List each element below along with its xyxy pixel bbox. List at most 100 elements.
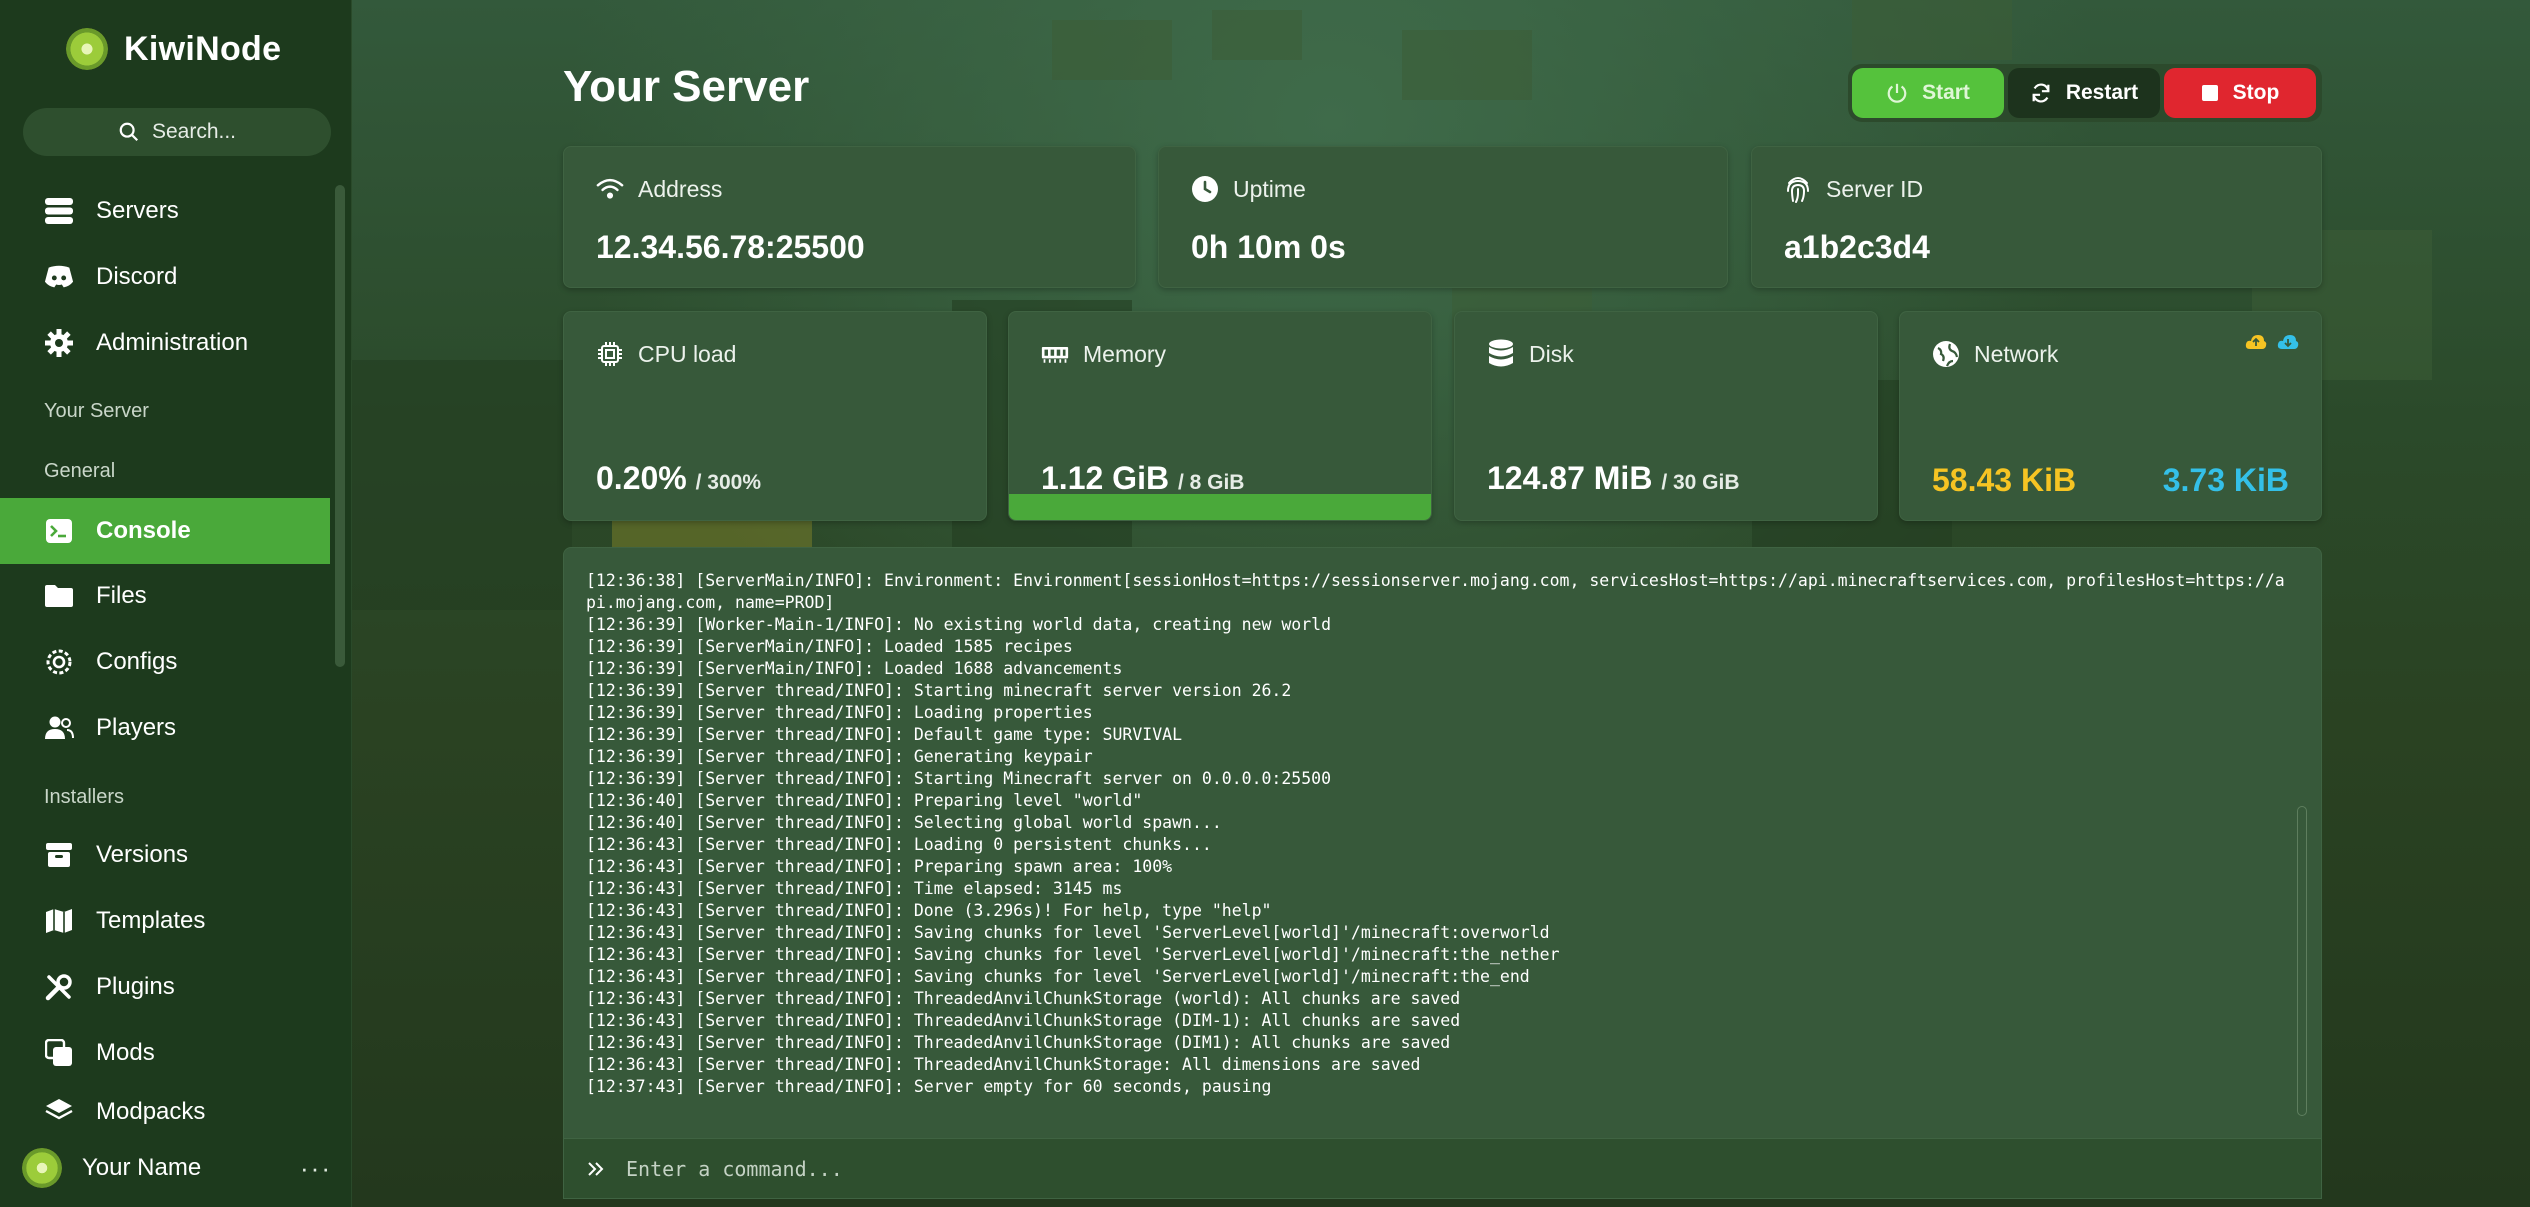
disk-value: 124.87 MiB <box>1487 460 1653 496</box>
sidebar-item-label: Administration <box>96 329 249 356</box>
stop-button[interactable]: Stop <box>2164 68 2316 118</box>
disk-card: Disk 124.87 MiB / 30 GiB <box>1454 311 1878 521</box>
sidebar-scrollbar[interactable] <box>335 185 345 667</box>
console-line: [12:36:43] [Server thread/INFO]: Loading… <box>586 835 1212 854</box>
console-line: [12:36:39] [Server thread/INFO]: Default… <box>586 725 1183 744</box>
network-upload-value: 58.43 KiB <box>1932 462 2077 498</box>
console-line: [12:36:39] [ServerMain/INFO]: Loaded 168… <box>586 659 1123 678</box>
sidebar-item-plugins[interactable]: Plugins <box>0 954 330 1020</box>
restart-button[interactable]: Restart <box>2008 68 2160 118</box>
address-card[interactable]: Address 12.34.56.78:25500 <box>563 146 1136 288</box>
archive-icon <box>44 840 74 870</box>
sidebar-item-label: Console <box>96 517 191 544</box>
console-line: [12:36:43] [Server thread/INFO]: Saving … <box>586 923 1550 942</box>
brand[interactable]: KiwiNode <box>66 28 281 70</box>
user-name: Your Name <box>82 1154 202 1181</box>
server-id-label: Server ID <box>1826 175 1924 202</box>
network-download-value: 3.73 KiB <box>2162 462 2289 498</box>
console-line: [12:37:43] [Server thread/INFO]: Server … <box>586 1077 1272 1096</box>
sidebar-item-label: Templates <box>96 907 206 934</box>
sidebar-item-modpacks[interactable]: Modpacks <box>0 1086 330 1126</box>
sidebar-item-label: Modpacks <box>96 1098 206 1125</box>
sidebar-item-files[interactable]: Files <box>0 563 330 629</box>
cpu-label: CPU load <box>638 340 737 367</box>
memory-card: Memory 1.12 GiB / 8 GiB <box>1008 311 1432 521</box>
console-line: [12:36:43] [Server thread/INFO]: Threade… <box>586 989 1461 1008</box>
console-line: [12:36:43] [Server thread/INFO]: Prepari… <box>586 857 1173 876</box>
brand-name: KiwiNode <box>124 29 282 68</box>
cloud-download-icon <box>2277 334 2299 355</box>
network-card: Network 58.43 KiB 3.73 KiB <box>1899 311 2322 521</box>
console-line: [12:36:39] [Worker-Main-1/INFO]: No exis… <box>586 615 1332 634</box>
memory-usage-bar <box>1009 494 1431 520</box>
sidebar-item-discord[interactable]: Discord <box>0 244 330 310</box>
chevrons-right-icon <box>588 1161 604 1176</box>
map-icon <box>44 906 74 936</box>
uptime-card: Uptime 0h 10m 0s <box>1158 146 1728 288</box>
start-label: Start <box>1922 81 1970 104</box>
layers-icon <box>44 1096 74 1126</box>
search-icon <box>119 122 138 142</box>
console-line: [12:36:39] [ServerMain/INFO]: Loaded 158… <box>586 637 1073 656</box>
sidebar-item-servers[interactable]: Servers <box>0 178 330 244</box>
sidebar-item-templates[interactable]: Templates <box>0 888 330 954</box>
sidebar-item-label: Files <box>96 582 147 609</box>
sidebar-item-mods[interactable]: Mods <box>0 1020 330 1086</box>
sidebar-item-configs[interactable]: Configs <box>0 629 330 695</box>
restart-label: Restart <box>2065 81 2139 104</box>
cog-icon <box>44 647 74 677</box>
console-line: [12:36:39] [Server thread/INFO]: Generat… <box>586 747 1093 766</box>
disk-label: Disk <box>1529 340 1574 367</box>
memory-label: Memory <box>1083 340 1167 367</box>
users-icon <box>44 713 74 743</box>
memory-value: 1.12 GiB <box>1041 460 1170 496</box>
search-button[interactable]: Search... <box>23 108 331 156</box>
gear-icon <box>44 328 74 358</box>
database-icon <box>1487 339 1515 368</box>
server-icon <box>44 196 74 226</box>
console-line: [12:36:40] [Server thread/INFO]: Prepari… <box>586 791 1143 810</box>
uptime-label: Uptime <box>1233 175 1306 202</box>
server-id-card[interactable]: Server ID a1b2c3d4 <box>1751 146 2322 288</box>
stop-label: Stop <box>2232 81 2280 104</box>
console-line: [12:36:43] [Server thread/INFO]: Done (3… <box>586 901 1272 920</box>
console-output[interactable]: [12:36:38] [ServerMain/INFO]: Environmen… <box>563 547 2322 1139</box>
console-line: [12:36:43] [Server thread/INFO]: Saving … <box>586 967 1530 986</box>
uptime-value: 0h 10m 0s <box>1191 229 1346 265</box>
more-options-icon[interactable]: ··· <box>300 1153 332 1184</box>
command-bar <box>563 1139 2322 1199</box>
console-line: [12:36:38] [ServerMain/INFO]: Environmen… <box>586 571 2285 612</box>
power-controls: Start Restart Stop <box>1848 64 2322 122</box>
cpu-limit: / 300% <box>695 471 762 494</box>
sidebar-item-label: Players <box>96 714 177 741</box>
disk-limit: / 30 GiB <box>1661 471 1740 494</box>
section-label-your-server: Your Server <box>44 400 149 422</box>
user-menu[interactable]: Your Name ··· <box>22 1148 332 1188</box>
address-value: 12.34.56.78:25500 <box>596 229 865 265</box>
cpu-value: 0.20% <box>596 460 687 496</box>
console-line: [12:36:39] [Server thread/INFO]: Startin… <box>586 769 1332 788</box>
globe-icon <box>1932 340 1960 368</box>
console-lines: [12:36:38] [ServerMain/INFO]: Environmen… <box>586 570 2291 1098</box>
section-label-general: General <box>44 460 116 482</box>
sidebar-item-label: Servers <box>96 197 179 224</box>
console-line: [12:36:43] [Server thread/INFO]: Threade… <box>586 1055 1421 1074</box>
kiwi-logo-icon <box>66 28 108 70</box>
console-line: [12:36:39] [Server thread/INFO]: Startin… <box>586 681 1292 700</box>
stop-icon <box>2201 85 2218 101</box>
cpu-icon <box>596 340 624 368</box>
sidebar-item-label: Configs <box>96 648 178 675</box>
sidebar-item-players[interactable]: Players <box>0 695 330 761</box>
start-button[interactable]: Start <box>1852 68 2004 118</box>
console-scrollbar[interactable] <box>2297 806 2307 1116</box>
fingerprint-icon <box>1784 175 1812 203</box>
sidebar-item-administration[interactable]: Administration <box>0 310 330 376</box>
tools-icon <box>44 972 74 1002</box>
sidebar-item-console[interactable]: Console <box>0 498 330 564</box>
sidebar-item-versions[interactable]: Versions <box>0 822 330 888</box>
console-line: [12:36:43] [Server thread/INFO]: Threade… <box>586 1011 1461 1030</box>
command-input[interactable] <box>626 1156 2226 1181</box>
address-label: Address <box>638 175 723 202</box>
memory-icon <box>1041 340 1069 368</box>
search-placeholder: Search... <box>151 120 237 143</box>
